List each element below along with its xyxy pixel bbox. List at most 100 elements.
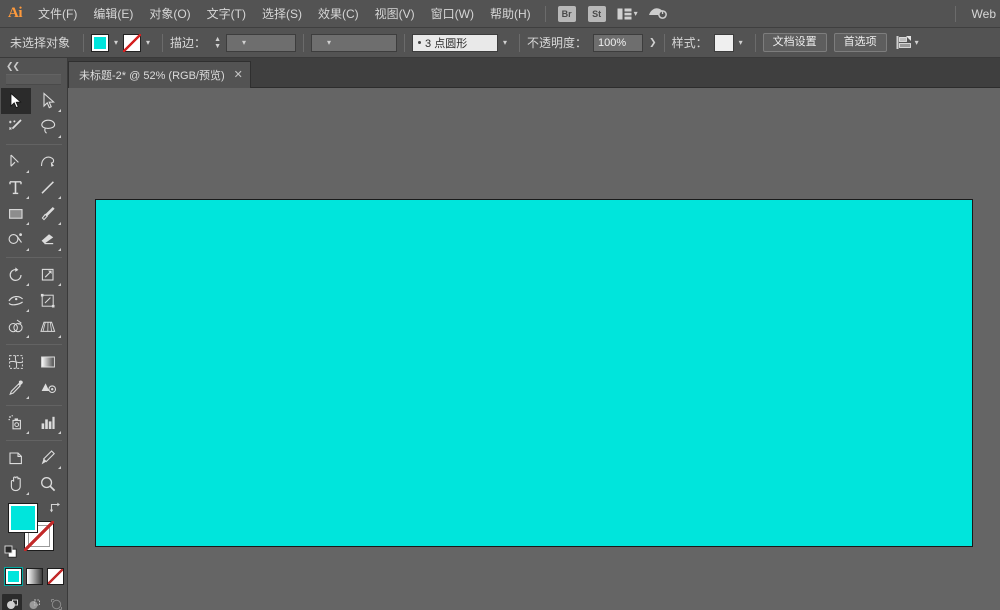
tool-group-drawing bbox=[0, 149, 68, 253]
tool-flyout-indicator bbox=[58, 466, 61, 469]
menu-file[interactable]: 文件(F) bbox=[30, 0, 85, 28]
magic-wand-tool[interactable] bbox=[1, 114, 31, 140]
menu-help[interactable]: 帮助(H) bbox=[482, 0, 539, 28]
selection-tool[interactable] bbox=[1, 88, 31, 114]
chevron-down-icon[interactable]: ▾ bbox=[237, 35, 251, 51]
line-segment-tool[interactable] bbox=[33, 175, 63, 201]
fill-swatch[interactable] bbox=[91, 34, 109, 52]
width-tool[interactable] bbox=[1, 288, 31, 314]
gradient-tool[interactable] bbox=[33, 349, 63, 375]
control-divider bbox=[664, 34, 665, 52]
style-dropdown-chevron-down-icon[interactable]: ▾ bbox=[734, 34, 748, 52]
shaper-tool[interactable] bbox=[1, 227, 31, 253]
document-canvas[interactable] bbox=[68, 88, 1000, 610]
column-graph-tool[interactable] bbox=[33, 410, 63, 436]
draw-inside-button[interactable] bbox=[46, 594, 66, 610]
curvature-tool[interactable] bbox=[33, 149, 63, 175]
direct-selection-tool[interactable] bbox=[33, 88, 63, 114]
app-logo-icon: Ai bbox=[0, 0, 30, 28]
style-label: 样式： bbox=[672, 34, 708, 51]
document-setup-button[interactable]: 文档设置 bbox=[763, 33, 827, 52]
variable-width-profile-input[interactable]: ▾ bbox=[311, 34, 397, 52]
rectangle-tool[interactable] bbox=[1, 201, 31, 227]
illustrator-window: Ai 文件(F) 编辑(E) 对象(O) 文字(T) 选择(S) 效果(C) 视… bbox=[0, 0, 1000, 610]
document-tab-bar: 未标题-2* @ 52% (RGB/预览) ✕ bbox=[0, 58, 1000, 88]
tools-panel: ❮❮ bbox=[0, 58, 68, 610]
menu-view[interactable]: 视图(V) bbox=[367, 0, 423, 28]
zoom-tool[interactable] bbox=[33, 471, 63, 497]
toolbar-stroke-swatch[interactable] bbox=[24, 521, 54, 551]
blend-tool[interactable] bbox=[33, 375, 63, 401]
tools-divider bbox=[6, 405, 62, 406]
perspective-grid-tool[interactable] bbox=[33, 314, 63, 340]
stock-icon[interactable]: St bbox=[588, 6, 606, 22]
menu-object[interactable]: 对象(O) bbox=[141, 0, 198, 28]
stroke-weight-stepper[interactable]: ▲▼ bbox=[212, 34, 223, 52]
graphic-style-swatch[interactable] bbox=[714, 34, 734, 52]
cyan-rectangle[interactable] bbox=[95, 199, 973, 547]
eraser-tool[interactable] bbox=[33, 227, 63, 253]
shape-builder-tool[interactable] bbox=[1, 314, 31, 340]
arrange-documents-icon[interactable]: ▾ bbox=[617, 8, 638, 20]
stroke-dropdown-chevron-down-icon[interactable]: ▾ bbox=[141, 34, 155, 52]
tool-flyout-indicator bbox=[58, 135, 61, 138]
document-tab-title: 未标题-2* @ 52% (RGB/预览) bbox=[79, 67, 225, 83]
tool-flyout-indicator bbox=[58, 335, 61, 338]
brush-dropdown-chevron-down-icon[interactable]: ▾ bbox=[498, 34, 512, 52]
opacity-input[interactable]: 100% bbox=[593, 34, 643, 52]
hand-tool[interactable] bbox=[1, 471, 31, 497]
menu-select[interactable]: 选择(S) bbox=[254, 0, 310, 28]
chevron-down-icon[interactable]: ▾ bbox=[322, 35, 336, 51]
tool-flyout-indicator bbox=[26, 196, 29, 199]
lasso-tool[interactable] bbox=[33, 114, 63, 140]
pen-tool[interactable] bbox=[1, 149, 31, 175]
menu-effect[interactable]: 效果(C) bbox=[310, 0, 367, 28]
free-transform-tool[interactable] bbox=[33, 288, 63, 314]
symbol-sprayer-tool[interactable] bbox=[1, 410, 31, 436]
scale-tool[interactable] bbox=[33, 262, 63, 288]
preferences-button[interactable]: 首选项 bbox=[834, 33, 887, 52]
workspace-switcher[interactable]: Web bbox=[972, 0, 996, 28]
align-objects-icon[interactable]: ▾ bbox=[896, 35, 919, 51]
default-fill-stroke-icon[interactable] bbox=[4, 545, 18, 559]
color-mode-button[interactable] bbox=[5, 568, 22, 585]
align-chevron-down-icon[interactable]: ▾ bbox=[915, 38, 919, 47]
control-divider bbox=[83, 34, 84, 52]
paintbrush-tool[interactable] bbox=[33, 201, 63, 227]
fill-dropdown-chevron-down-icon[interactable]: ▾ bbox=[109, 34, 123, 52]
gradient-mode-button[interactable] bbox=[26, 568, 43, 585]
stroke-weight-label: 描边： bbox=[170, 34, 206, 51]
tools-divider bbox=[6, 144, 62, 145]
collapse-panel-icon[interactable]: ❮❮ bbox=[0, 58, 67, 74]
brush-definition-input[interactable]: 3 点圆形 bbox=[412, 34, 498, 52]
type-tool[interactable] bbox=[1, 175, 31, 201]
stock-search-icon[interactable] bbox=[648, 6, 668, 22]
document-tab[interactable]: 未标题-2* @ 52% (RGB/预览) ✕ bbox=[68, 61, 251, 88]
draw-normal-button[interactable] bbox=[2, 594, 22, 610]
opacity-expand-icon[interactable]: ❯ bbox=[649, 37, 657, 48]
tool-flyout-indicator bbox=[58, 431, 61, 434]
stroke-weight-input[interactable]: ▾ bbox=[226, 34, 296, 52]
workspace-divider bbox=[955, 6, 956, 22]
swap-fill-stroke-icon[interactable] bbox=[49, 501, 62, 514]
menu-window[interactable]: 窗口(W) bbox=[423, 0, 482, 28]
mesh-tool[interactable] bbox=[1, 349, 31, 375]
stroke-swatch[interactable] bbox=[123, 34, 141, 52]
chevron-down-icon[interactable]: ▾ bbox=[634, 9, 638, 18]
bridge-icon[interactable]: Br bbox=[558, 6, 576, 22]
rotate-tool[interactable] bbox=[1, 262, 31, 288]
close-icon[interactable]: ✕ bbox=[234, 70, 243, 80]
none-slash-icon bbox=[24, 521, 54, 551]
eyedropper-tool[interactable] bbox=[1, 375, 31, 401]
opacity-label: 不透明度： bbox=[527, 34, 587, 51]
none-mode-button[interactable] bbox=[47, 568, 64, 585]
draw-behind-button[interactable] bbox=[24, 594, 44, 610]
menu-type[interactable]: 文字(T) bbox=[199, 0, 254, 28]
tool-group-selection bbox=[0, 88, 68, 140]
tools-panel-grip[interactable] bbox=[6, 74, 61, 85]
tool-flyout-indicator bbox=[58, 248, 61, 251]
tools-divider bbox=[6, 257, 62, 258]
menu-edit[interactable]: 编辑(E) bbox=[85, 0, 141, 28]
slice-tool[interactable] bbox=[33, 445, 63, 471]
artboard-tool[interactable] bbox=[1, 445, 31, 471]
